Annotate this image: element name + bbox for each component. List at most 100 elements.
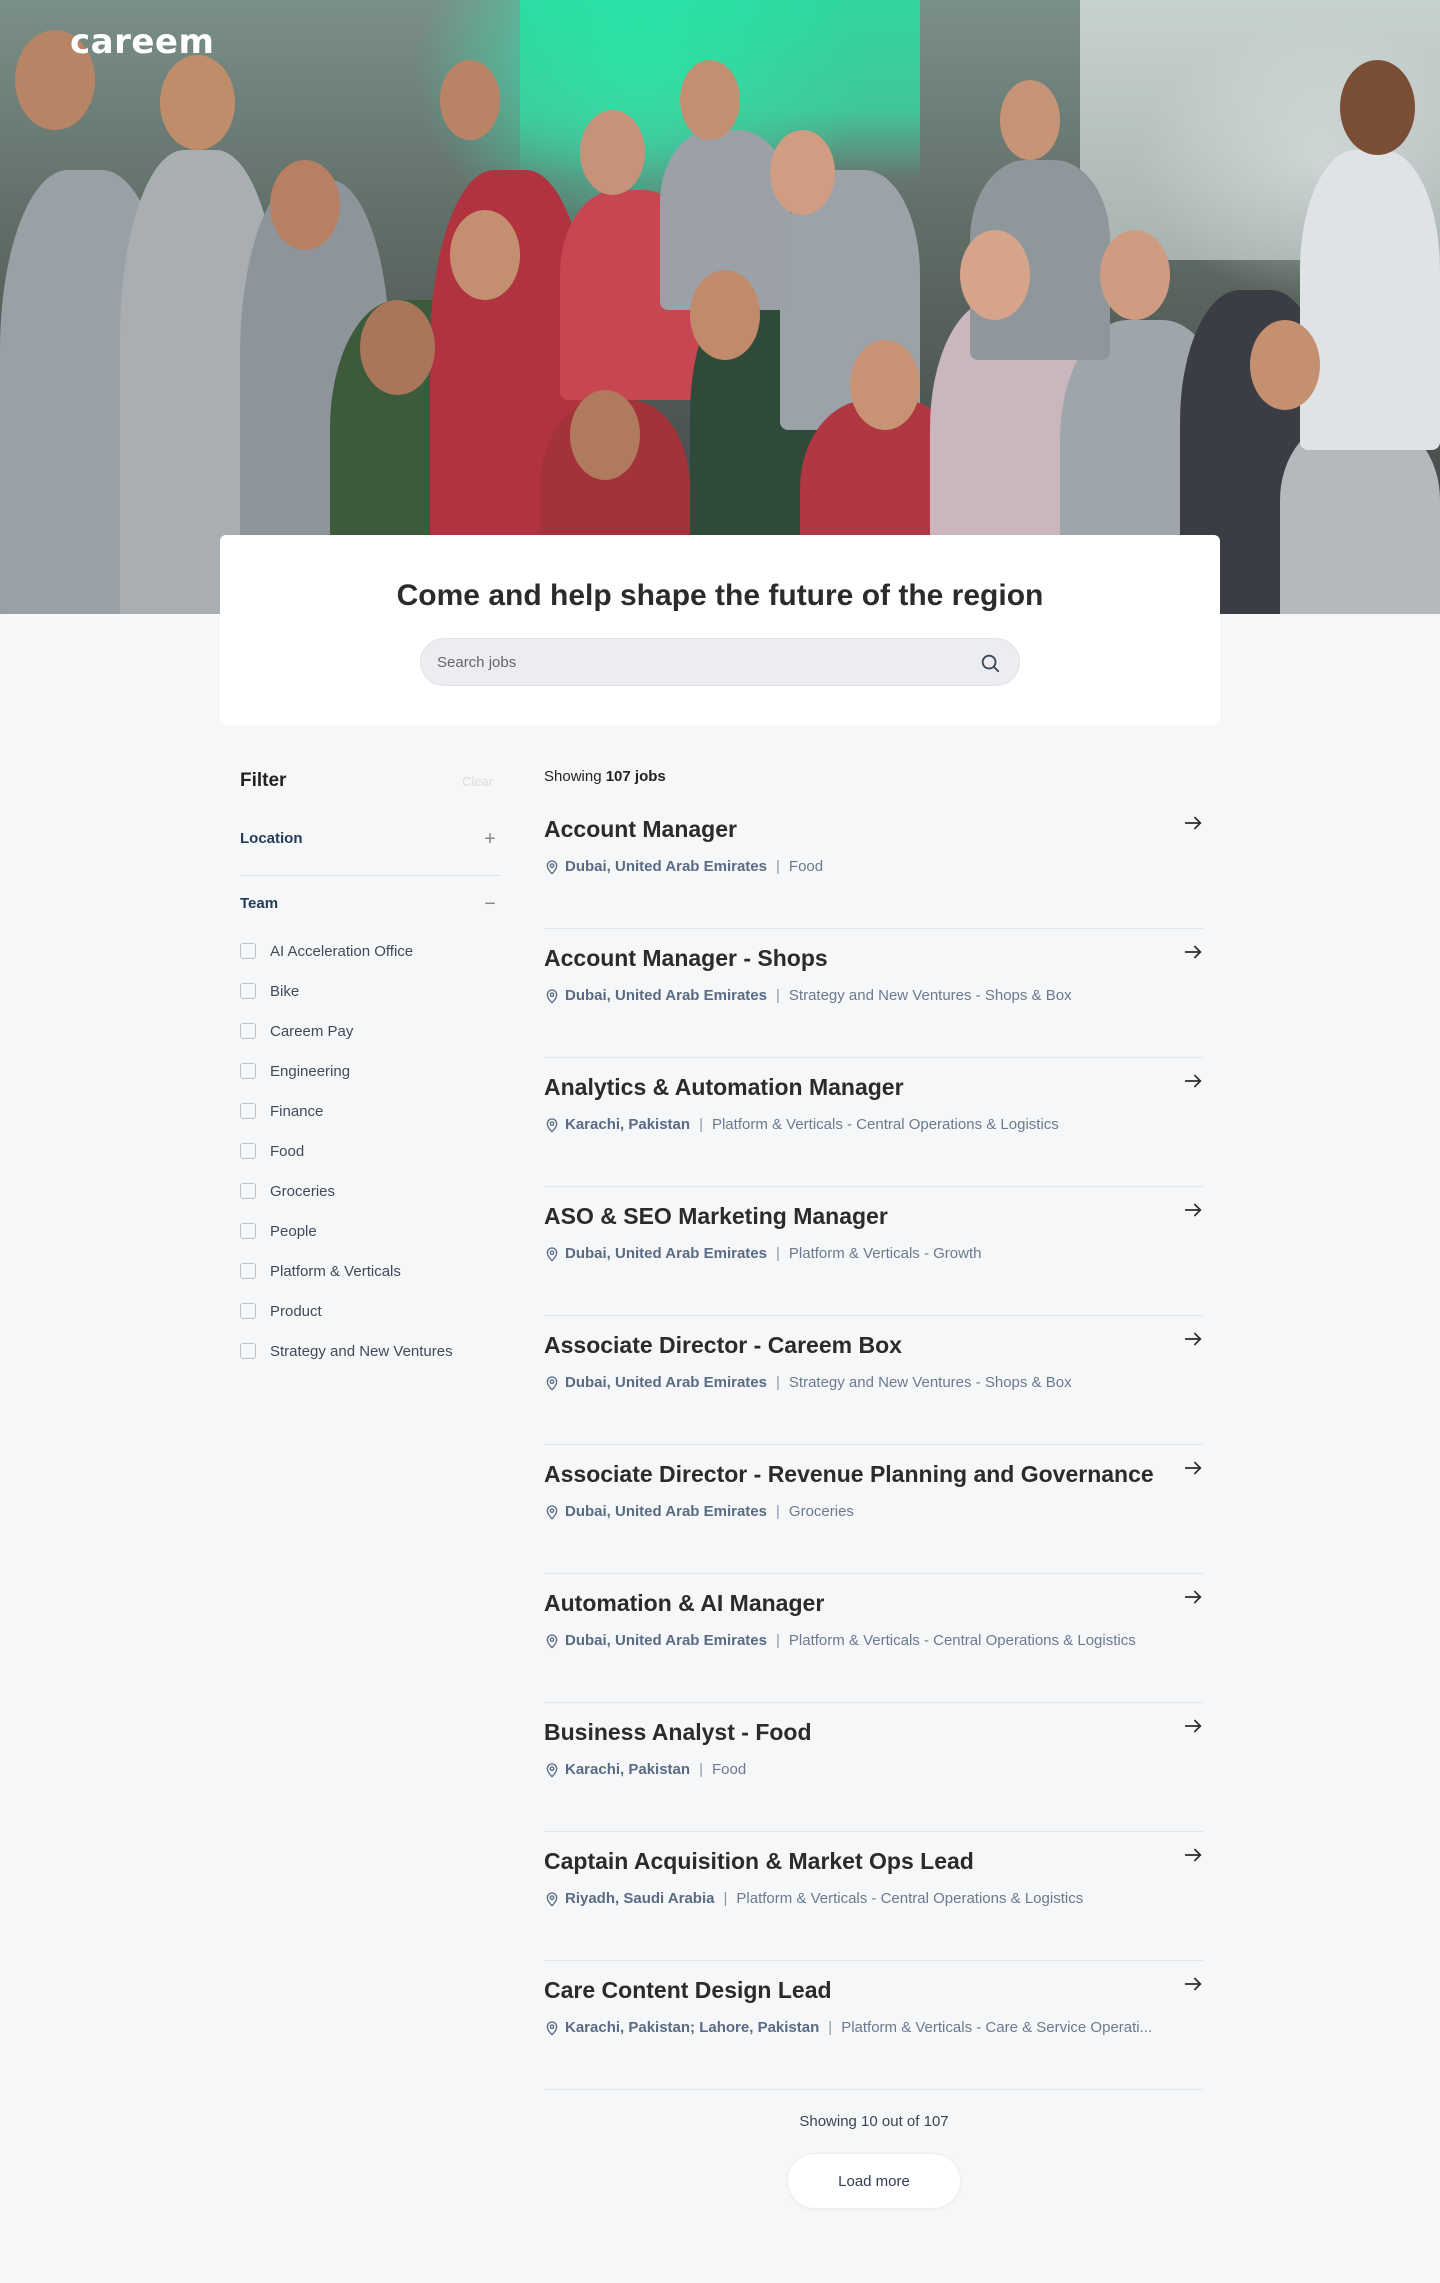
- load-more-button[interactable]: Load more: [787, 2153, 961, 2209]
- location-filter-label: Location: [240, 830, 303, 847]
- team-filter-header[interactable]: Team −: [240, 893, 500, 916]
- job-meta: Dubai, United Arab Emirates | Groceries: [544, 1503, 1164, 1520]
- job-row[interactable]: Captain Acquisition & Market Ops Lead Riy…: [544, 1832, 1204, 1961]
- job-row[interactable]: Automation & AI Manager Dubai, United Ara…: [544, 1574, 1204, 1703]
- job-team: Platform & Verticals - Central Operation…: [711, 1116, 1059, 1133]
- clear-filters-link[interactable]: Clear: [462, 774, 493, 789]
- team-option[interactable]: Engineering: [240, 1060, 350, 1082]
- team-checkbox[interactable]: [240, 1103, 256, 1119]
- careem-logo[interactable]: careem: [70, 22, 214, 62]
- team-checkbox[interactable]: [240, 1183, 256, 1199]
- meta-separator: |: [776, 1374, 780, 1391]
- team-checkbox[interactable]: [240, 1303, 256, 1319]
- team-option-label: Groceries: [270, 1182, 336, 1200]
- location-pin-icon: [546, 859, 558, 875]
- team-checkbox[interactable]: [240, 1063, 256, 1079]
- job-row[interactable]: Account Manager Dubai, United Arab Emirat…: [544, 800, 1204, 929]
- location-pin-icon: [546, 1504, 558, 1520]
- team-option[interactable]: Platform & Verticals: [240, 1260, 401, 1282]
- minus-icon[interactable]: −: [480, 893, 500, 916]
- arrow-right-icon[interactable]: [1182, 1070, 1204, 1092]
- job-meta: Dubai, United Arab Emirates | Strategy and…: [544, 987, 1164, 1004]
- job-title[interactable]: Analytics & Automation Manager: [544, 1074, 904, 1101]
- job-row[interactable]: Associate Director - Revenue Planning an…: [544, 1445, 1204, 1574]
- job-title[interactable]: Account Manager - Shops: [544, 945, 828, 972]
- team-option-label: Finance: [270, 1102, 324, 1120]
- arrow-right-icon[interactable]: [1182, 1457, 1204, 1479]
- arrow-right-icon[interactable]: [1182, 1844, 1204, 1866]
- location-filter-header[interactable]: Location +: [240, 828, 500, 851]
- results-count: Showing 107 jobs: [544, 768, 666, 785]
- team-option-label: Bike: [270, 982, 300, 1000]
- job-title[interactable]: Business Analyst - Food: [544, 1719, 812, 1746]
- team-checkbox[interactable]: [240, 1143, 256, 1159]
- team-checkbox[interactable]: [240, 1223, 256, 1239]
- job-team: Platform & Verticals - Central Operation…: [788, 1632, 1136, 1649]
- job-title[interactable]: Care Content Design Lead: [544, 1977, 832, 2004]
- job-team: Platform & Verticals - Growth: [788, 1245, 982, 1262]
- plus-icon[interactable]: +: [480, 828, 500, 851]
- meta-separator: |: [776, 1503, 780, 1520]
- team-option-label: Careem Pay: [270, 1022, 354, 1040]
- page-heading: Come and help shape the future of the re…: [396, 579, 1044, 612]
- job-title[interactable]: Associate Director - Revenue Planning an…: [544, 1461, 1154, 1488]
- team-checkbox[interactable]: [240, 983, 256, 999]
- job-location: Karachi, Pakistan: [565, 1116, 691, 1133]
- team-checkbox[interactable]: [240, 943, 256, 959]
- filter-title: Filter: [240, 770, 287, 791]
- location-pin-icon: [546, 1762, 558, 1778]
- arrow-right-icon[interactable]: [1182, 1973, 1204, 1995]
- location-pin-icon: [546, 1633, 558, 1649]
- job-row[interactable]: Associate Director - Careem Box Dubai, Un…: [544, 1316, 1204, 1445]
- job-meta: Dubai, United Arab Emirates | Platform & V…: [544, 1245, 1164, 1262]
- job-team: Food: [788, 858, 824, 875]
- team-checkbox[interactable]: [240, 1343, 256, 1359]
- team-option[interactable]: Bike: [240, 980, 299, 1002]
- team-option[interactable]: Groceries: [240, 1180, 335, 1202]
- job-row[interactable]: Account Manager - Shops Dubai, United Ara…: [544, 929, 1204, 1058]
- job-team: Strategy and New Ventures - Shops & Box: [788, 987, 1072, 1004]
- job-location: Dubai, United Arab Emirates: [565, 1245, 767, 1262]
- job-results: Showing 107 jobs Account Manager Dubai, U…: [544, 760, 1204, 2090]
- arrow-right-icon[interactable]: [1182, 1199, 1204, 1221]
- job-meta: Riyadh, Saudi Arabia | Platform & Vertical…: [544, 1890, 1164, 1907]
- arrow-right-icon[interactable]: [1182, 1715, 1204, 1737]
- job-title[interactable]: Associate Director - Careem Box: [544, 1332, 902, 1359]
- meta-separator: |: [699, 1761, 703, 1778]
- job-row[interactable]: Care Content Design Lead Karachi, Pakista…: [544, 1961, 1204, 2090]
- job-meta: Karachi, Pakistan | Food: [544, 1761, 1164, 1778]
- job-title[interactable]: Captain Acquisition & Market Ops Lead: [544, 1848, 974, 1875]
- arrow-right-icon[interactable]: [1182, 1586, 1204, 1608]
- job-title[interactable]: Account Manager: [544, 816, 737, 843]
- job-location: Dubai, United Arab Emirates: [565, 987, 767, 1004]
- hero-banner: careem: [0, 0, 1440, 614]
- team-option[interactable]: Finance: [240, 1100, 323, 1122]
- location-pin-icon: [546, 988, 558, 1004]
- team-option[interactable]: Food: [240, 1140, 304, 1162]
- meta-separator: |: [699, 1116, 703, 1133]
- arrow-right-icon[interactable]: [1182, 812, 1204, 834]
- arrow-right-icon[interactable]: [1182, 941, 1204, 963]
- team-group-photo: [0, 0, 1440, 614]
- meta-separator: |: [776, 1245, 780, 1262]
- job-meta: Karachi, Pakistan; Lahore, Pakistan | Plat…: [544, 2019, 1164, 2036]
- arrow-right-icon[interactable]: [1182, 1328, 1204, 1350]
- search-icon[interactable]: [979, 652, 1001, 674]
- job-title[interactable]: ASO & SEO Marketing Manager: [544, 1203, 888, 1230]
- team-checkbox[interactable]: [240, 1263, 256, 1279]
- job-row[interactable]: Business Analyst - Food Karachi, Pakistan…: [544, 1703, 1204, 1832]
- team-option[interactable]: AI Acceleration Office: [240, 940, 413, 962]
- search-bar[interactable]: [420, 638, 1020, 686]
- team-option[interactable]: People: [240, 1220, 317, 1242]
- team-option[interactable]: Careem Pay: [240, 1020, 353, 1042]
- job-team: Groceries: [788, 1503, 854, 1520]
- job-row[interactable]: Analytics & Automation Manager Karachi, P…: [544, 1058, 1204, 1187]
- team-checkbox[interactable]: [240, 1023, 256, 1039]
- search-input[interactable]: [437, 639, 957, 685]
- results-count-prefix: Showing: [544, 768, 602, 785]
- team-option[interactable]: Strategy and New Ventures: [240, 1340, 453, 1362]
- team-option[interactable]: Product: [240, 1300, 322, 1322]
- job-title[interactable]: Automation & AI Manager: [544, 1590, 824, 1617]
- team-option-label: Product: [270, 1302, 322, 1320]
- job-row[interactable]: ASO & SEO Marketing Manager Dubai, United…: [544, 1187, 1204, 1316]
